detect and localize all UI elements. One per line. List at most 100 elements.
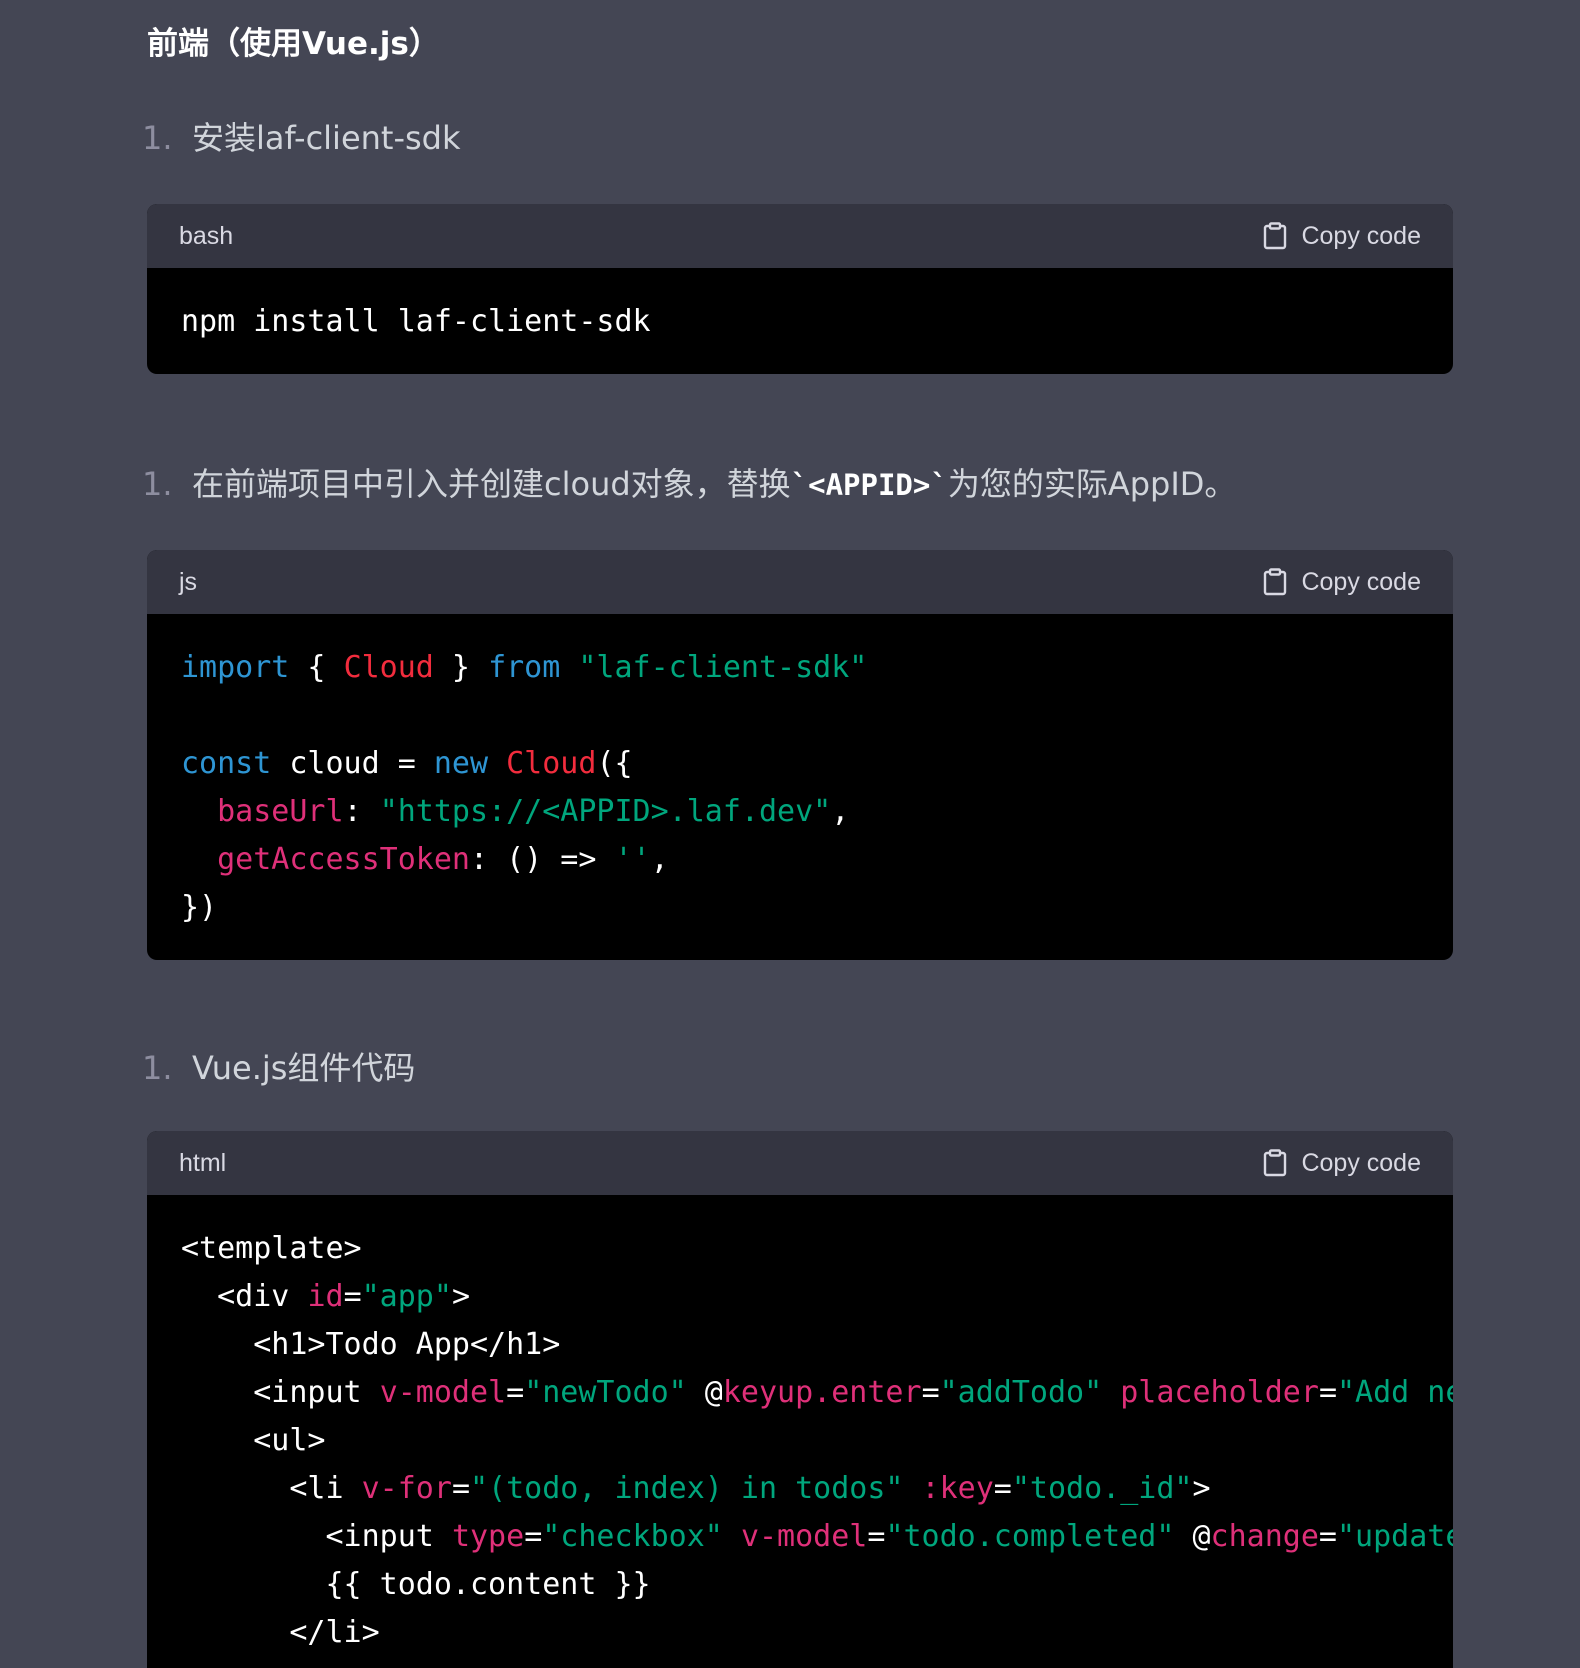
code-line: <input v-model="newTodo" @keyup.enter="a… (181, 1369, 1453, 1417)
code-header: js Copy code (147, 550, 1453, 614)
step-number: 1. (142, 1049, 173, 1087)
code-block-js: js Copy code import { Cloud } from "laf-… (147, 550, 1453, 960)
code-line: }) (181, 884, 1419, 932)
code-line: <ul> (181, 1417, 1419, 1465)
code-body: npm install laf-client-sdk (147, 268, 1453, 374)
code-token: import (181, 650, 290, 685)
code-token: v-for (361, 1471, 452, 1506)
code-token: change (1210, 1519, 1319, 1554)
code-token: = (451, 1471, 470, 1506)
code-token: npm install laf-client-sdk (181, 304, 651, 339)
code-token: "https://<APPID>.laf.dev" (379, 794, 832, 829)
copy-code-label: Copy code (1301, 221, 1421, 250)
code-token: = (867, 1519, 886, 1554)
code-token: placeholder (1120, 1375, 1319, 1410)
code-token: <template> (181, 1231, 362, 1266)
copy-code-button[interactable]: Copy code (1263, 568, 1421, 597)
code-token: Cloud (506, 746, 597, 781)
code-token: @ (686, 1375, 723, 1410)
code-token: "app" (361, 1279, 452, 1314)
code-token: "addTodo" (939, 1375, 1103, 1410)
code-token: <h1>Todo App</h1> (181, 1327, 561, 1362)
code-token: </li> (181, 1615, 380, 1650)
code-token: getAccessToken (217, 842, 470, 877)
code-token: baseUrl (217, 794, 344, 829)
step-number: 1. (142, 465, 173, 503)
code-token: const (181, 746, 272, 781)
code-token: ({ (596, 746, 633, 781)
code-block-bash: bash Copy code npm install laf-client-sd… (147, 204, 1453, 374)
code-line: npm install laf-client-sdk (181, 298, 1419, 346)
code-token: id (307, 1279, 344, 1314)
inline-code-appid: `<APPID>` (790, 468, 948, 502)
code-line: <li v-for="(todo, index) in todos" :key=… (181, 1465, 1419, 1513)
code-token: > (451, 1279, 470, 1314)
copy-code-button[interactable]: Copy code (1263, 1149, 1421, 1178)
code-line: getAccessToken: () => '', (181, 836, 1419, 884)
code-language-label: js (179, 567, 198, 596)
code-token: = (921, 1375, 940, 1410)
code-token: "checkbox" (542, 1519, 723, 1554)
code-token: { (289, 650, 344, 685)
code-header: bash Copy code (147, 204, 1453, 268)
code-token: > (1192, 1471, 1211, 1506)
code-token: = (1318, 1375, 1337, 1410)
code-token: <input (181, 1375, 380, 1410)
code-line: {{ todo.content }} (181, 1561, 1419, 1609)
code-token: : () => (470, 842, 615, 877)
code-line: <h1>Todo App</h1> (181, 1321, 1419, 1369)
code-token: : (343, 794, 380, 829)
code-token: {{ todo.content }} (181, 1567, 651, 1602)
step-number: 1. (142, 119, 173, 157)
code-token: "todo.completed" (885, 1519, 1175, 1554)
code-line: <template> (181, 1225, 1419, 1273)
code-token: :key (921, 1471, 994, 1506)
code-token: = (993, 1471, 1012, 1506)
code-token: , (831, 794, 850, 829)
code-token: = (1318, 1519, 1337, 1554)
step-vue-component: 1. Vue.js组件代码 (142, 1043, 415, 1089)
code-block-html: html Copy code <template> <div id="app">… (147, 1131, 1453, 1668)
code-language-label: bash (179, 221, 234, 250)
code-line: const cloud = new Cloud({ (181, 740, 1419, 788)
code-token: Cloud (343, 650, 434, 685)
code-token: type (451, 1519, 525, 1554)
clipboard-icon (1263, 222, 1287, 250)
code-line: import { Cloud } from "laf-client-sdk" (181, 644, 1419, 692)
code-body: import { Cloud } from "laf-client-sdk" co… (147, 614, 1453, 960)
code-language-label: html (179, 1148, 227, 1177)
step-text: 在前端项目中引入并创建cloud对象，替换 (192, 465, 791, 503)
code-token: @ (1174, 1519, 1211, 1554)
code-line: <div id="app"> (181, 1273, 1419, 1321)
code-line: </li> (181, 1609, 1419, 1657)
code-token: "newTodo" (524, 1375, 687, 1410)
section-heading: 前端（使用Vue.js） (147, 26, 440, 62)
clipboard-icon (1263, 568, 1287, 596)
code-token: "laf-client-sdk" (578, 650, 868, 685)
step-text: 安装laf-client-sdk (192, 119, 461, 157)
code-token: '' (614, 842, 651, 877)
code-body: <template> <div id="app"> <h1>Todo App</… (147, 1195, 1453, 1668)
code-token: <input (181, 1519, 452, 1554)
code-token: "updateTodo( (1336, 1519, 1453, 1554)
code-token: = (506, 1375, 525, 1410)
code-token: "(todo, index) in todos" (470, 1471, 904, 1506)
code-token: }) (181, 890, 218, 925)
copy-code-button[interactable]: Copy code (1263, 222, 1421, 251)
code-token: "todo._id" (1011, 1471, 1193, 1506)
code-header: html Copy code (147, 1131, 1453, 1195)
code-token: = (524, 1519, 543, 1554)
step-text: Vue.js组件代码 (192, 1049, 416, 1087)
clipboard-icon (1263, 1149, 1287, 1177)
code-token: v-model (379, 1375, 507, 1410)
code-token: = (343, 1279, 362, 1314)
copy-code-label: Copy code (1301, 1148, 1421, 1177)
code-token: <ul> (181, 1423, 326, 1458)
code-token: , (650, 842, 669, 877)
